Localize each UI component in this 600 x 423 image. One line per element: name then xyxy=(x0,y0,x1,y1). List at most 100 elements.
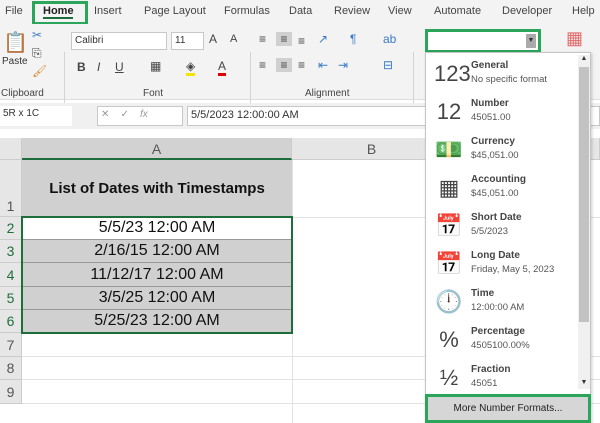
more-number-formats-button[interactable]: More Number Formats... xyxy=(425,394,591,423)
ribbon-tabs: File Home Insert Page Layout Formulas Da… xyxy=(0,0,600,24)
menu-scrollbar[interactable]: ▲ ▼ xyxy=(578,55,590,389)
format-title: Number xyxy=(471,98,509,109)
tab-file[interactable]: File xyxy=(5,5,23,17)
home-tab-highlight xyxy=(32,1,88,25)
format-general[interactable]: 123 General No specific format xyxy=(426,56,576,94)
short-date-icon: 📅 xyxy=(435,213,463,238)
tab-page-layout[interactable]: Page Layout xyxy=(144,5,206,17)
format-percentage[interactable]: % Percentage 4505100.00% xyxy=(426,322,576,360)
format-number[interactable]: 12 Number 45051.00 xyxy=(426,94,576,132)
format-sample: 45051.00 xyxy=(471,112,511,123)
tab-view[interactable]: View xyxy=(388,5,412,17)
fraction-icon: ½ xyxy=(439,365,459,390)
name-box[interactable]: 5R x 1C xyxy=(0,106,72,126)
format-title: General xyxy=(471,60,509,71)
group-alignment: Alignment xyxy=(305,88,350,99)
bold-icon[interactable]: B xyxy=(77,60,86,74)
format-long-date[interactable]: 📅 Long Date Friday, May 5, 2023 xyxy=(426,246,576,284)
currency-icon: 💵 xyxy=(435,137,463,162)
underline-icon[interactable]: U xyxy=(115,60,124,74)
row-header-3[interactable]: 3 xyxy=(0,240,22,263)
scroll-thumb[interactable] xyxy=(579,67,589,322)
format-sample: 45051 xyxy=(471,378,498,389)
format-currency[interactable]: 💵 Currency $45,051.00 xyxy=(426,132,576,170)
format-title: Accounting xyxy=(471,174,526,185)
format-fraction[interactable]: ½ Fraction 45051 xyxy=(426,360,576,398)
format-sample: 12:00:00 AM xyxy=(471,302,525,313)
format-sample: $45,051.00 xyxy=(471,188,519,199)
scroll-down-icon[interactable]: ▼ xyxy=(578,379,590,389)
merge-center-icon[interactable]: ⊟ xyxy=(383,58,393,72)
format-sample: No specific format xyxy=(471,74,548,85)
tab-data[interactable]: Data xyxy=(289,5,312,17)
tab-formulas[interactable]: Formulas xyxy=(224,5,270,17)
align-center-icon[interactable]: ≡ xyxy=(276,58,292,72)
group-clipboard: Clipboard xyxy=(1,88,44,99)
format-painter-icon[interactable]: 🖌 xyxy=(32,64,47,78)
column-header-a[interactable]: A xyxy=(22,138,292,160)
format-accounting[interactable]: ▦ Accounting $45,051.00 xyxy=(426,170,576,208)
format-time[interactable]: 🕛 Time 12:00:00 AM xyxy=(426,284,576,322)
align-right-icon[interactable]: ≡ xyxy=(298,58,305,72)
chevron-down-icon[interactable]: ▼ xyxy=(526,34,536,48)
enter-icon[interactable]: ✓ xyxy=(121,109,129,120)
cell-a1-title[interactable]: List of Dates with Timestamps xyxy=(22,160,292,217)
format-title: Long Date xyxy=(471,250,520,261)
format-sample: $45,051.00 xyxy=(471,150,519,161)
tab-help[interactable]: Help xyxy=(572,5,595,17)
row-header-9[interactable]: 9 xyxy=(0,380,22,404)
accounting-icon: ▦ xyxy=(438,175,460,200)
decrease-font-icon[interactable]: A xyxy=(230,33,237,45)
bottom-align-icon[interactable]: ≡ xyxy=(298,34,305,48)
general-icon: 123 xyxy=(434,61,471,86)
wrap-text-icon[interactable]: ab xyxy=(383,32,396,46)
format-title: Short Date xyxy=(471,212,522,223)
format-sample: 4505100.00% xyxy=(471,340,530,351)
format-sample: 5/5/2023 xyxy=(471,226,508,237)
fill-color-icon[interactable]: ◈ xyxy=(186,59,196,76)
tab-insert[interactable]: Insert xyxy=(94,5,122,17)
fx-icon[interactable]: fx xyxy=(140,109,148,120)
row-header-6[interactable]: 6 xyxy=(0,310,22,333)
row-header-8[interactable]: 8 xyxy=(0,357,22,380)
conditional-formatting-icon[interactable]: ▦ xyxy=(566,28,583,49)
row-header-5[interactable]: 5 xyxy=(0,287,22,310)
paste-icon[interactable]: 📋 xyxy=(3,30,28,55)
font-size-input[interactable]: 11 xyxy=(171,32,204,50)
increase-indent-icon[interactable]: ⇥ xyxy=(338,58,348,72)
font-name-input[interactable]: Calibri xyxy=(71,32,167,50)
cancel-icon[interactable]: ✕ xyxy=(101,109,109,120)
tab-developer[interactable]: Developer xyxy=(502,5,552,17)
format-title: Currency xyxy=(471,136,515,147)
time-icon: 🕛 xyxy=(435,289,463,314)
top-align-icon[interactable]: ≡ xyxy=(259,32,266,46)
format-title: Percentage xyxy=(471,326,525,337)
scroll-up-icon[interactable]: ▲ xyxy=(578,55,590,65)
row-header-4[interactable]: 4 xyxy=(0,263,22,287)
format-title: Fraction xyxy=(471,364,511,375)
align-left-icon[interactable]: ≡ xyxy=(259,58,266,72)
increase-font-icon[interactable]: A xyxy=(209,32,217,46)
paste-label[interactable]: Paste xyxy=(2,56,28,67)
orientation-icon[interactable]: ↗ xyxy=(318,32,328,46)
format-short-date[interactable]: 📅 Short Date 5/5/2023 xyxy=(426,208,576,246)
copy-icon[interactable]: ⎘ xyxy=(32,46,42,61)
number-format-menu: 123 General No specific format 12 Number 4505… xyxy=(425,52,591,423)
cut-icon[interactable]: ✂ xyxy=(32,28,42,42)
text-direction-icon[interactable]: ¶ xyxy=(350,32,356,46)
italic-icon[interactable]: I xyxy=(97,60,100,74)
tab-automate[interactable]: Automate xyxy=(434,5,481,17)
number-icon: 12 xyxy=(436,99,462,124)
number-format-dropdown[interactable]: ▼ xyxy=(425,29,541,53)
percentage-icon: % xyxy=(439,327,459,352)
borders-icon[interactable]: ▦ xyxy=(150,59,161,73)
font-color-icon[interactable]: A xyxy=(218,59,227,76)
row-header-2[interactable]: 2 xyxy=(0,217,22,240)
tab-review[interactable]: Review xyxy=(334,5,370,17)
row-header-7[interactable]: 7 xyxy=(0,333,22,357)
group-font: Font xyxy=(143,88,164,99)
home-tab-underline xyxy=(43,17,73,19)
middle-align-icon[interactable]: ≡ xyxy=(276,32,292,46)
row-header-1[interactable]: 1 xyxy=(0,160,22,217)
decrease-indent-icon[interactable]: ⇤ xyxy=(318,58,328,72)
